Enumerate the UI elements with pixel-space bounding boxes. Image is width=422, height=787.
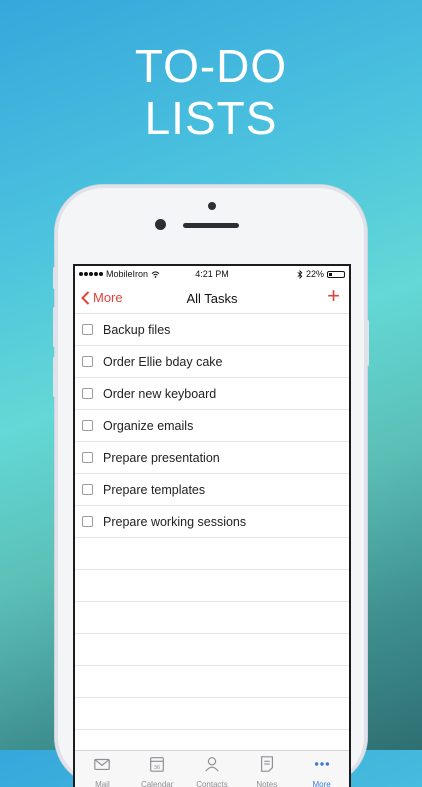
task-label: Prepare presentation [103,450,220,465]
tab-label: Calendar [140,780,174,787]
empty-row [75,634,349,666]
mail-icon [93,755,111,778]
empty-row [75,666,349,698]
task-checkbox[interactable] [82,324,93,335]
task-checkbox[interactable] [82,420,93,431]
headline-line-1: TO-DO [134,40,288,92]
earpiece-speaker [183,223,239,228]
tab-more[interactable]: More [294,751,349,787]
task-label: Prepare working sessions [103,514,247,529]
page-title: All Tasks [186,291,238,306]
task-label: Organize emails [103,418,194,433]
notes-icon [258,755,276,778]
task-label: Order new keyboard [103,386,217,401]
battery-icon [327,270,345,278]
tab-label: Contacts [196,780,228,787]
headline-line-2: LISTS [144,92,278,144]
tab-label: Mail [95,780,110,787]
front-camera [208,202,216,210]
power-button [366,320,369,366]
task-list: Backup files Order Ellie bday cake Order n… [75,314,349,730]
navigation-bar: More All Tasks + [75,282,349,314]
task-row[interactable]: Backup files [75,314,349,346]
task-checkbox[interactable] [82,484,93,495]
task-label: Order Ellie bday cake [103,354,223,369]
tab-label: More [312,780,331,787]
task-checkbox[interactable] [82,452,93,463]
tab-label: Notes [256,780,278,787]
tab-bar: Mail 36 Calendar Contacts Notes More [75,750,349,787]
more-icon [313,755,331,778]
task-checkbox[interactable] [82,388,93,399]
phone-frame: MobileIron 4:21 PM 22% More All Tasks + … [53,185,369,787]
task-row[interactable]: Order Ellie bday cake [75,346,349,378]
status-right: 22% [297,269,345,279]
app-screen: MobileIron 4:21 PM 22% More All Tasks + … [73,264,351,787]
status-bar: MobileIron 4:21 PM 22% [75,266,349,282]
add-task-button[interactable]: + [327,285,340,307]
task-row[interactable]: Prepare templates [75,474,349,506]
volume-down-button [53,357,56,397]
task-row[interactable]: Prepare presentation [75,442,349,474]
calendar-day: 36 [154,765,160,771]
battery-percent: 22% [305,269,324,279]
empty-row [75,602,349,634]
mute-switch [53,267,56,289]
tab-notes[interactable]: Notes [239,751,294,787]
task-label: Prepare templates [103,482,206,497]
task-row[interactable]: Prepare working sessions [75,506,349,538]
contacts-icon [203,755,221,778]
task-row[interactable]: Organize emails [75,410,349,442]
bluetooth-icon [297,269,303,279]
task-row[interactable]: Order new keyboard [75,378,349,410]
empty-row [75,570,349,602]
empty-row [75,538,349,570]
tab-contacts[interactable]: Contacts [185,751,240,787]
calendar-icon: 36 [148,755,166,778]
task-checkbox[interactable] [82,356,93,367]
empty-row [75,698,349,730]
battery-fill [329,272,333,276]
promo-headline: TO-DO LISTS [0,40,422,144]
task-checkbox[interactable] [82,516,93,527]
proximity-sensor [155,219,166,230]
tab-mail[interactable]: Mail [75,751,130,787]
tab-calendar[interactable]: 36 Calendar [130,751,185,787]
task-label: Backup files [103,322,171,337]
volume-up-button [53,307,56,347]
